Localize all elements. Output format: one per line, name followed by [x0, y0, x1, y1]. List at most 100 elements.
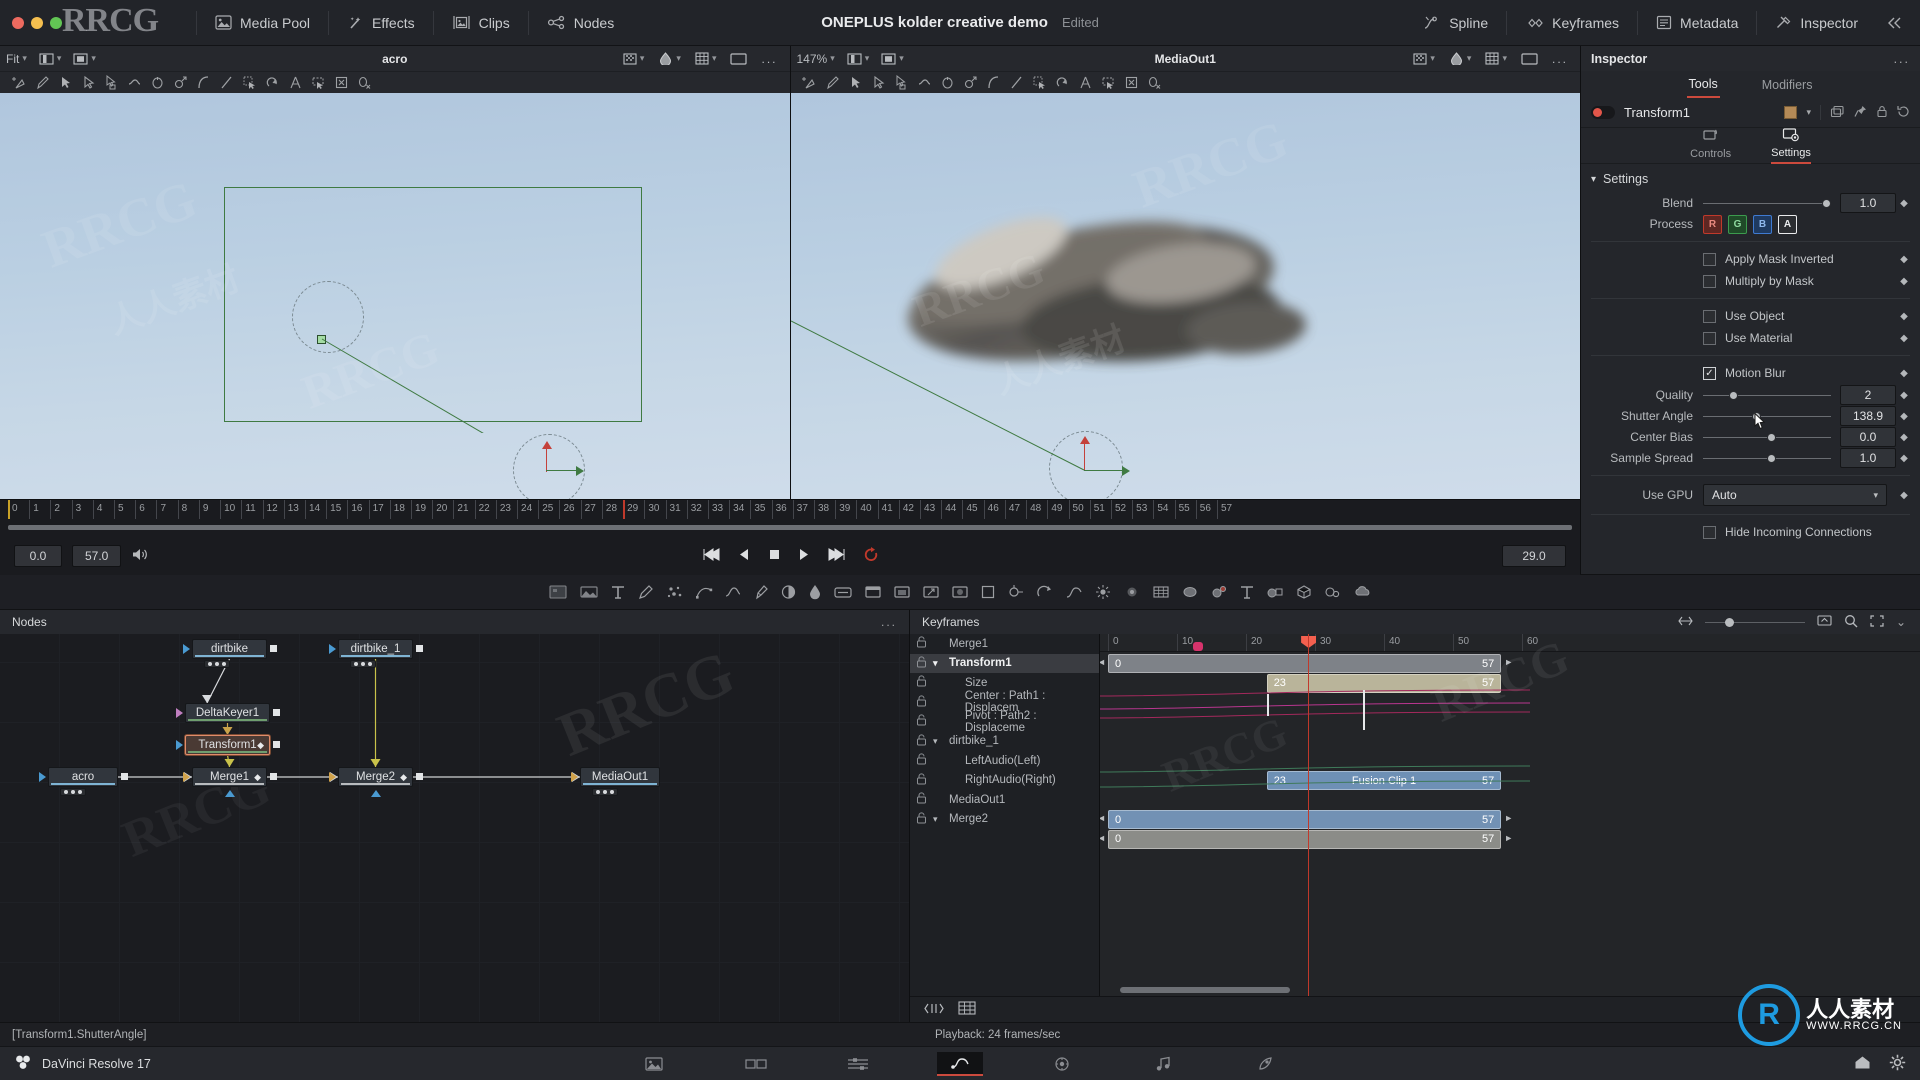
use-object-keyframe-button[interactable]: ◆ [1896, 311, 1912, 322]
select-tool-icon[interactable] [845, 73, 867, 93]
keyframe-track-row[interactable]: RightAudio(Right) [910, 771, 1099, 791]
node-enable-toggle[interactable] [1591, 106, 1615, 119]
out-point-field[interactable]: 57.0 [72, 545, 122, 567]
lock-icon[interactable] [916, 714, 927, 729]
keyframe-track-row[interactable]: ▾ dirtbike_1 [910, 732, 1099, 752]
timeline-scrubber[interactable] [0, 519, 1580, 537]
toolbar-clips[interactable]: Clips [438, 0, 524, 46]
grid-warp-tool-icon[interactable] [1152, 584, 1170, 600]
lock-icon[interactable] [916, 792, 927, 807]
hide-incoming-connections-checkbox[interactable] [1703, 525, 1716, 539]
page-media[interactable] [631, 1052, 677, 1076]
step-back-button[interactable] [737, 547, 751, 565]
transform-node-tool-icon[interactable] [922, 584, 940, 600]
settings-section-header[interactable]: ▾ Settings [1581, 168, 1920, 193]
lock-icon[interactable] [916, 695, 927, 710]
node-acro[interactable]: acro [48, 767, 118, 787]
collapse-panel-button[interactable] [1872, 0, 1920, 46]
text-tool-icon[interactable] [610, 584, 626, 600]
tab-settings[interactable]: Settings [1771, 127, 1811, 164]
node-output-acro[interactable] [121, 773, 128, 780]
paint-tool-icon[interactable] [637, 584, 655, 600]
page-deliver[interactable] [1243, 1052, 1289, 1076]
keyframe-track-row[interactable]: MediaOut1 [910, 790, 1099, 810]
center-bias-keyframe-button[interactable]: ◆ [1896, 432, 1912, 443]
loop-tool-icon[interactable] [146, 73, 168, 93]
use-material-checkbox[interactable] [1703, 331, 1716, 345]
keyframes-ruler[interactable]: 0 10 20 30 40 50 60 [1100, 634, 1920, 652]
checker-icon[interactable]: ▾ [617, 52, 651, 65]
publish-tool-icon[interactable] [169, 73, 191, 93]
toolbar-inspector[interactable]: Inspector [1761, 0, 1872, 46]
node-input-acro[interactable] [39, 772, 46, 782]
node-graph-canvas[interactable]: RRCG RRCG dirtbike dirtbike_1 DeltaKeyer1 T… [0, 634, 909, 1022]
sample-spread-slider[interactable] [1703, 448, 1831, 468]
lock-icon[interactable] [916, 656, 927, 671]
reset-icon[interactable] [1897, 105, 1910, 121]
page-color[interactable] [1039, 1052, 1085, 1076]
lock-icon[interactable] [916, 675, 927, 690]
transform-tool-icon[interactable] [284, 73, 306, 93]
range-icon[interactable] [1678, 615, 1693, 630]
zoom-icon[interactable] [1844, 614, 1858, 631]
node-DeltaKeyer1[interactable]: DeltaKeyer1 [185, 703, 270, 723]
transform1-bar[interactable]: 23 57 [1266, 673, 1502, 693]
grid-icon[interactable]: ▾ [1479, 52, 1513, 65]
quality-slider[interactable] [1703, 385, 1831, 405]
process-channel-a[interactable]: A [1778, 214, 1797, 234]
pin-icon[interactable] [1854, 105, 1867, 121]
node-dirtbike[interactable]: dirtbike [192, 639, 267, 659]
bar-extend-right-handle[interactable]: ► [1504, 813, 1513, 823]
node-dirtbike_1[interactable]: dirtbike_1 [338, 639, 413, 659]
expand-chevron-icon[interactable]: ▾ [933, 736, 943, 747]
more-icon[interactable]: ⌄ [1896, 615, 1908, 629]
viewer-right-canvas[interactable]: RRCG 人人素材 RRCG [790, 93, 1580, 499]
loop-button[interactable] [863, 546, 880, 566]
viewer-right-image-view-button[interactable]: ▾ [875, 52, 910, 65]
lock-icon[interactable] [1876, 105, 1888, 121]
keyframe-tick-mark[interactable] [1266, 694, 1269, 716]
marquee-select-icon[interactable] [1029, 73, 1051, 93]
nodes-pane-overflow-button[interactable]: ... [881, 615, 897, 629]
fusion-clip-bar[interactable]: 23 Fusion Clip 1 57 [1266, 771, 1502, 790]
lock-icon[interactable] [916, 812, 927, 827]
pen-tool-icon[interactable] [31, 73, 53, 93]
viewer-left-image-view-button[interactable]: ▾ [67, 52, 102, 65]
clear-curve-icon[interactable] [353, 73, 375, 93]
keyframes-track-area[interactable]: 0 10 20 30 40 50 60 0 57 ◄ ► 23 57 23 Fusion Clip 1 57… [1100, 634, 1920, 996]
bar-extend-right-handle[interactable]: ► [1504, 657, 1513, 667]
merge-tool-icon[interactable] [833, 584, 853, 600]
timeline-scrub-bar[interactable] [8, 525, 1572, 530]
keyframe-tick-mark[interactable] [1363, 690, 1366, 730]
multiply-by-mask-checkbox[interactable] [1703, 274, 1716, 288]
bar-extend-left-handle[interactable]: ◄ [1100, 813, 1106, 823]
process-channel-b[interactable]: B [1753, 214, 1772, 234]
delete-point-icon[interactable] [330, 73, 352, 93]
close-window-button[interactable] [12, 16, 24, 29]
center-bias-slider[interactable] [1703, 427, 1831, 447]
node-input-MediaOut1[interactable] [571, 772, 578, 782]
curve-tool-icon[interactable] [192, 73, 214, 93]
polygon-mask-tool-icon[interactable] [695, 584, 713, 600]
merge1-bar[interactable]: 0 57 [1108, 654, 1502, 673]
shutter-angle-slider[interactable] [1703, 406, 1831, 430]
magnet-tool-icon[interactable] [1098, 73, 1120, 93]
add-point-tool-icon[interactable] [799, 73, 821, 93]
fit-icon[interactable] [1870, 614, 1884, 630]
line-tool-icon[interactable] [1006, 73, 1028, 93]
lock-icon[interactable] [916, 734, 927, 749]
keyframes-horizontal-scrollbar[interactable] [1120, 987, 1290, 993]
blur-tool-icon[interactable] [951, 584, 969, 600]
use-object-checkbox[interactable] [1703, 309, 1716, 323]
color-icon[interactable]: ▾ [1443, 52, 1478, 65]
keyframe-track-row[interactable]: Merge1 [910, 634, 1099, 654]
tracker-tool-icon[interactable] [1007, 584, 1025, 600]
apply-mask-inverted-keyframe-button[interactable]: ◆ [1896, 254, 1912, 265]
node-output-DeltaKeyer1[interactable] [273, 709, 280, 716]
tab-tools[interactable]: Tools [1686, 72, 1720, 98]
viewer-left-split-view-button[interactable]: ▾ [33, 52, 68, 65]
page-fusion[interactable] [937, 1051, 983, 1076]
media-in-tool-icon[interactable] [579, 584, 599, 600]
frame-icon[interactable] [1515, 52, 1544, 65]
camera3d-tool-icon[interactable] [1324, 584, 1342, 600]
